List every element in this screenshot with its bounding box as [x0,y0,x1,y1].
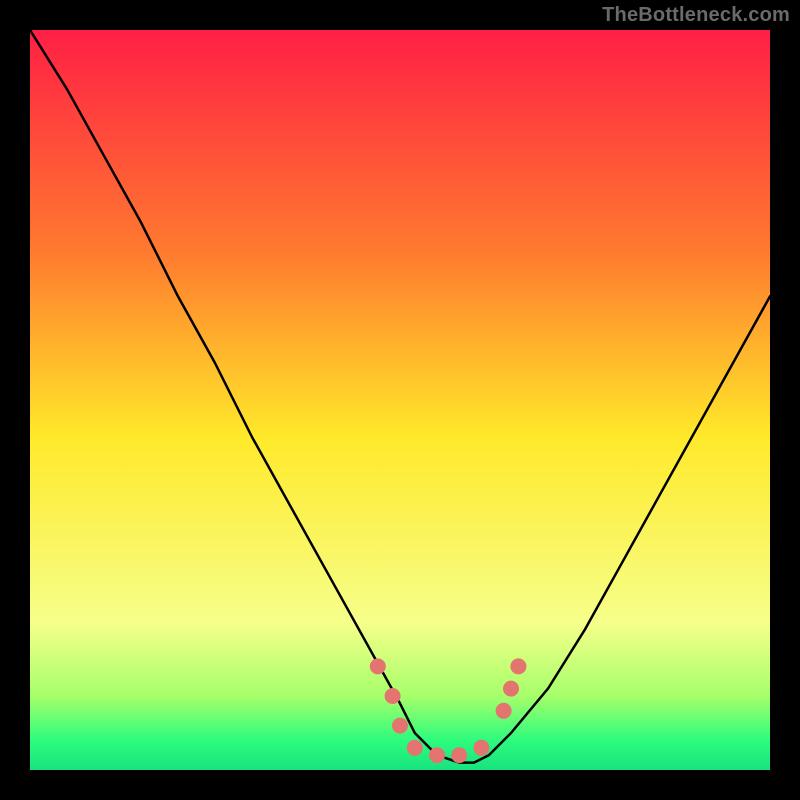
curve-marker [385,688,401,704]
curve-marker [451,747,467,763]
bottleneck-chart [30,30,770,770]
plot-area [30,30,770,770]
chart-frame: TheBottleneck.com [0,0,800,800]
curve-marker [503,681,519,697]
curve-marker [510,658,526,674]
curve-marker [473,740,489,756]
curve-marker [370,658,386,674]
gradient-background [30,30,770,770]
curve-marker [496,703,512,719]
curve-marker [429,747,445,763]
curve-marker [392,718,408,734]
watermark-text: TheBottleneck.com [602,4,790,27]
curve-marker [407,740,423,756]
